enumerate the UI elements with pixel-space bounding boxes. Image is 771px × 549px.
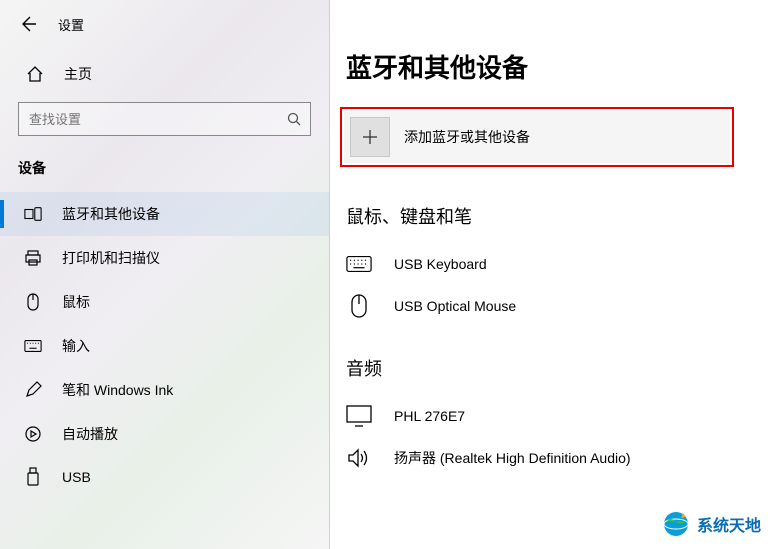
add-device-button[interactable]: 添加蓝牙或其他设备 [344, 111, 730, 163]
watermark-text: 系统天地 [697, 512, 761, 536]
device-speaker[interactable]: 扬声器 (Realtek High Definition Audio) [346, 437, 771, 479]
device-label: USB Keyboard [394, 256, 487, 272]
printer-icon [24, 249, 42, 267]
home-label: 主页 [64, 64, 92, 84]
device-keyboard[interactable]: USB Keyboard [346, 243, 771, 285]
mouse-icon [346, 295, 372, 317]
monitor-icon [346, 405, 372, 427]
sidebar-item-typing[interactable]: 输入 [0, 324, 329, 368]
sidebar-item-mouse[interactable]: 鼠标 [0, 280, 329, 324]
sidebar-section-label: 设备 [0, 148, 329, 192]
keyboard-icon [346, 253, 372, 275]
sidebar-item-label: 笔和 Windows Ink [62, 380, 173, 400]
sidebar-item-label: 鼠标 [62, 292, 90, 312]
sidebar-item-label: 自动播放 [62, 424, 118, 444]
autoplay-icon [24, 425, 42, 443]
device-label: 扬声器 (Realtek High Definition Audio) [394, 448, 631, 468]
bluetooth-devices-icon [24, 205, 42, 223]
device-label: PHL 276E7 [394, 408, 465, 424]
back-button[interactable] [18, 14, 38, 34]
search-icon [286, 111, 302, 127]
sidebar-item-pen[interactable]: 笔和 Windows Ink [0, 368, 329, 412]
section-title: 音频 [346, 355, 771, 381]
sidebar: 设置 主页 设备 蓝牙和其他设备 [0, 0, 330, 549]
globe-icon [661, 509, 691, 539]
sidebar-item-label: 蓝牙和其他设备 [62, 204, 160, 224]
main-content: 蓝牙和其他设备 添加蓝牙或其他设备 鼠标、键盘和笔 USB Keyboard [330, 0, 771, 549]
plus-icon [350, 117, 390, 157]
add-device-highlight: 添加蓝牙或其他设备 [340, 107, 734, 167]
watermark: 系统天地 [661, 509, 761, 539]
sidebar-item-printers[interactable]: 打印机和扫描仪 [0, 236, 329, 280]
section-mouse-keyboard: 鼠标、键盘和笔 USB Keyboard USB Optical Mouse [340, 203, 771, 327]
sidebar-item-label: USB [62, 469, 91, 485]
sidebar-item-autoplay[interactable]: 自动播放 [0, 412, 329, 456]
device-monitor[interactable]: PHL 276E7 [346, 395, 771, 437]
search-box[interactable] [18, 102, 311, 136]
section-audio: 音频 PHL 276E7 扬声器 (Realtek High Definitio… [340, 355, 771, 479]
speaker-icon [346, 447, 372, 469]
home-link[interactable]: 主页 [0, 54, 329, 94]
home-icon [26, 65, 44, 83]
search-input[interactable] [29, 112, 286, 127]
sidebar-item-bluetooth[interactable]: 蓝牙和其他设备 [0, 192, 329, 236]
sidebar-item-label: 输入 [62, 336, 90, 356]
sidebar-top: 设置 [0, 0, 329, 46]
add-device-label: 添加蓝牙或其他设备 [404, 127, 530, 147]
search-container [0, 94, 329, 148]
usb-icon [24, 468, 42, 486]
sidebar-item-usb[interactable]: USB [0, 456, 329, 498]
settings-title: 设置 [58, 15, 84, 34]
keyboard-icon [24, 337, 42, 355]
back-arrow-icon [19, 15, 37, 33]
section-title: 鼠标、键盘和笔 [346, 203, 771, 229]
mouse-icon [24, 293, 42, 311]
sidebar-item-label: 打印机和扫描仪 [62, 248, 160, 268]
device-mouse[interactable]: USB Optical Mouse [346, 285, 771, 327]
device-label: USB Optical Mouse [394, 298, 516, 314]
page-title: 蓝牙和其他设备 [340, 48, 771, 85]
pen-icon [24, 381, 42, 399]
